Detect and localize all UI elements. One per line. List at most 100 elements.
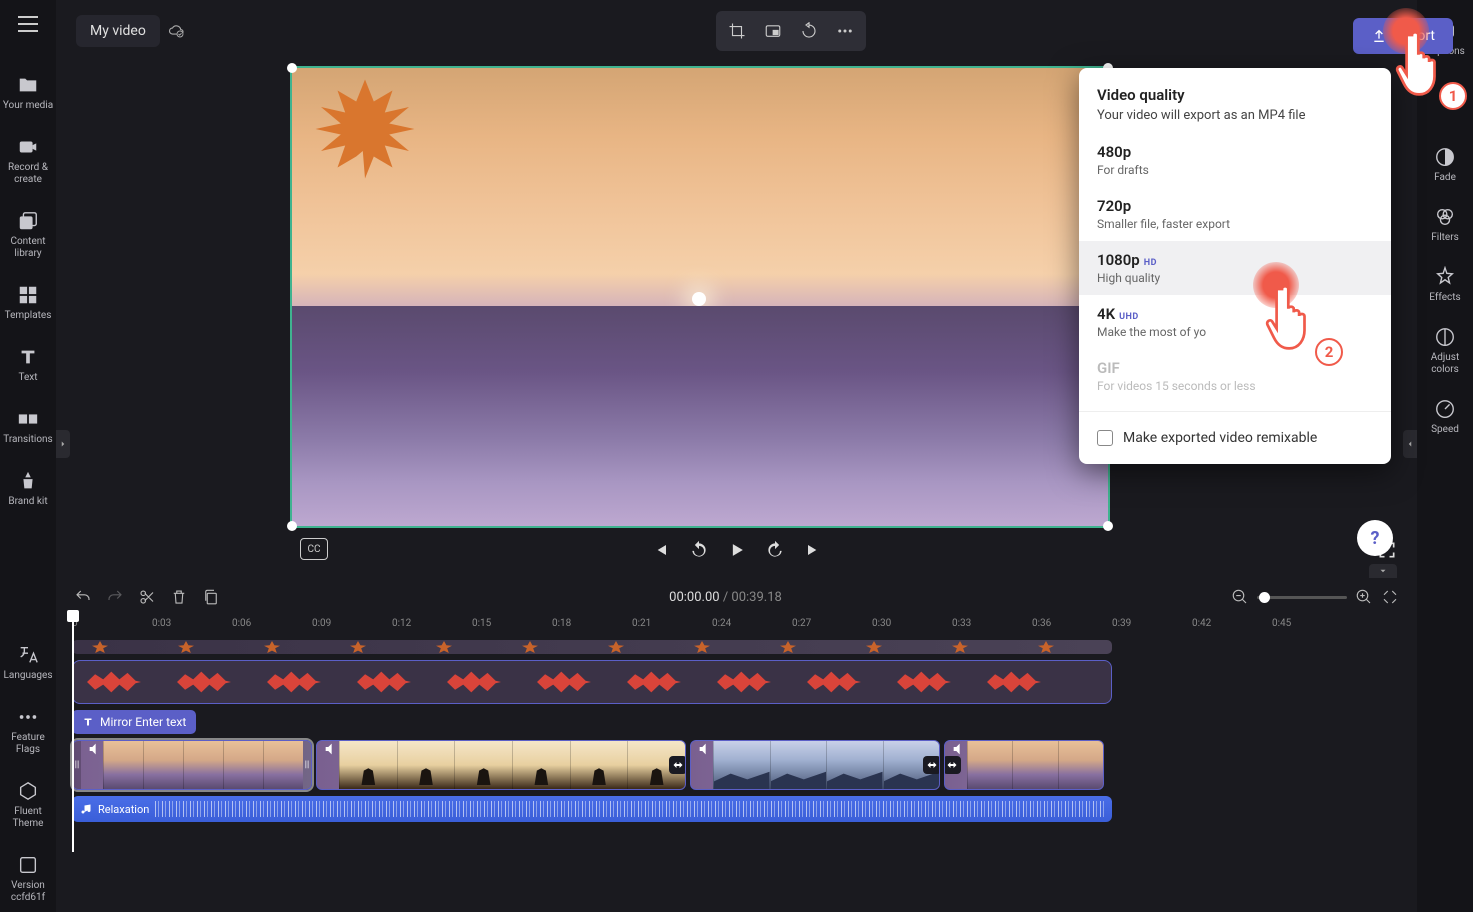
sidebar-item-adjust-colors[interactable]: Adjust colors <box>1417 318 1473 384</box>
folder-icon <box>17 74 39 96</box>
project-name-text: My video <box>90 23 146 39</box>
export-option-4k[interactable]: 4K UHDMake the most of yo <box>1079 295 1391 349</box>
undo-button[interactable] <box>74 588 92 606</box>
checkbox[interactable] <box>1097 430 1113 446</box>
rewind-button[interactable] <box>689 540 709 564</box>
menu-hamburger-icon[interactable] <box>14 12 42 36</box>
ruler-tick: 0:24 <box>712 618 792 638</box>
overlay-track-1[interactable] <box>72 640 1112 654</box>
sidebar-label: Transitions <box>3 434 52 446</box>
transition-badge[interactable] <box>923 756 940 774</box>
play-button[interactable] <box>727 540 747 564</box>
zoom-slider[interactable] <box>1257 596 1347 599</box>
delete-button[interactable] <box>170 588 188 606</box>
adjust-icon <box>1434 326 1456 348</box>
pip-button[interactable] <box>758 17 788 45</box>
video-clip-1[interactable]: || || <box>72 740 312 790</box>
timeline-ruler[interactable]: 00:030:060:090:120:150:180:210:240:270:3… <box>72 618 1417 638</box>
sidebar-item-languages[interactable]: Languages <box>0 636 56 690</box>
sidebar-item-transitions[interactable]: Transitions <box>0 400 56 454</box>
sidebar-item-effects[interactable]: Effects <box>1417 258 1473 312</box>
filters-icon <box>1434 206 1456 228</box>
rewind-icon <box>689 540 709 560</box>
more-button[interactable] <box>830 17 860 45</box>
export-option-720p[interactable]: 720pSmaller file, faster export <box>1079 187 1391 241</box>
export-remixable-option[interactable]: Make exported video remixable <box>1079 411 1391 450</box>
video-track: || || <box>72 740 1112 790</box>
sidebar-label: Feature Flags <box>2 732 54 756</box>
zoom-out-button[interactable] <box>1231 588 1249 606</box>
skip-end-button[interactable] <box>803 540 823 564</box>
rotate-button[interactable] <box>794 17 824 45</box>
split-button[interactable] <box>138 588 156 606</box>
overlay-track-2[interactable] <box>72 660 1112 704</box>
export-option-1080p[interactable]: 1080p HDHigh quality <box>1079 241 1391 295</box>
video-preview[interactable] <box>290 66 1110 528</box>
sidebar-label: Effects <box>1429 292 1460 304</box>
collapse-left-panel-button[interactable] <box>56 430 70 458</box>
music-icon <box>80 803 92 815</box>
transition-badge[interactable] <box>944 756 961 774</box>
fit-button[interactable] <box>1381 588 1399 606</box>
ruler-tick: 0 <box>72 618 152 638</box>
project-name-input[interactable]: My video <box>76 15 160 47</box>
chevron-right-icon <box>58 439 68 449</box>
sidebar-label: Filters <box>1431 232 1459 244</box>
cloud-sync-icon[interactable] <box>168 22 186 40</box>
collapse-bottom-panel-button[interactable] <box>1369 564 1397 578</box>
export-quality-dropdown: Video quality Your video will export as … <box>1079 68 1391 464</box>
sidebar-item-version[interactable]: Version ccfd61f <box>0 846 56 912</box>
forward-icon <box>765 540 785 560</box>
right-sidebar: CC Captions Fade Filters Effects Adjust … <box>1417 0 1473 912</box>
sidebar-item-fade[interactable]: Fade <box>1417 138 1473 192</box>
zoom-in-button[interactable] <box>1355 588 1373 606</box>
ruler-tick: 0:27 <box>792 618 872 638</box>
sidebar-item-text[interactable]: Text <box>0 338 56 392</box>
audio-clip[interactable]: Relaxation <box>72 796 1112 822</box>
sidebar-item-filters[interactable]: Filters <box>1417 198 1473 252</box>
skip-start-button[interactable] <box>651 540 671 564</box>
help-button[interactable]: ? <box>1357 520 1393 556</box>
waveform <box>155 801 1104 817</box>
ruler-tick: 0:36 <box>1032 618 1112 638</box>
crop-button[interactable] <box>722 17 752 45</box>
text-clip[interactable]: Mirror Enter text <box>72 710 196 734</box>
timecode-display: 00:00.00 / 00:39.18 <box>669 590 782 605</box>
more-icon <box>17 706 39 728</box>
transitions-icon <box>17 408 39 430</box>
sidebar-item-brand-kit[interactable]: Brand kit <box>0 462 56 516</box>
forward-button[interactable] <box>765 540 785 564</box>
export-remixable-label: Make exported video remixable <box>1123 430 1317 446</box>
sidebar-item-fluent-theme[interactable]: Fluent Theme <box>0 772 56 838</box>
volume-icon <box>697 741 713 757</box>
rotate-icon <box>800 22 818 40</box>
playhead[interactable] <box>72 612 74 852</box>
chevron-left-icon <box>1405 439 1415 449</box>
timeline-toolbar: 00:00.00 / 00:39.18 <box>56 582 1417 612</box>
canvas-toolbar <box>716 11 866 51</box>
version-icon <box>17 854 39 876</box>
crop-icon <box>728 22 746 40</box>
collapse-right-panel-button[interactable] <box>1403 430 1417 458</box>
sidebar-label: Adjust colors <box>1419 352 1471 376</box>
sidebar-item-speed[interactable]: Speed <box>1417 390 1473 444</box>
transition-badge[interactable] <box>669 756 686 774</box>
sidebar-item-your-media[interactable]: Your media <box>0 66 56 120</box>
video-clip-2[interactable] <box>316 740 686 790</box>
sidebar-item-content-library[interactable]: Content library <box>0 202 56 268</box>
export-label: Export <box>1395 28 1435 44</box>
sidebar-item-templates[interactable]: Templates <box>0 276 56 330</box>
export-option-480p[interactable]: 480pFor drafts <box>1079 133 1391 187</box>
skip-start-icon <box>651 540 671 560</box>
sidebar-item-feature-flags[interactable]: Feature Flags <box>0 698 56 764</box>
duplicate-button[interactable] <box>202 588 220 606</box>
export-button[interactable]: Export <box>1353 18 1453 54</box>
ruler-tick: 0:39 <box>1112 618 1192 638</box>
video-clip-4[interactable] <box>944 740 1104 790</box>
ruler-tick: 0:18 <box>552 618 632 638</box>
sidebar-item-record-create[interactable]: Record & create <box>0 128 56 194</box>
question-icon: ? <box>1371 528 1380 549</box>
play-icon <box>727 540 747 560</box>
redo-button[interactable] <box>106 588 124 606</box>
video-clip-3[interactable] <box>690 740 940 790</box>
